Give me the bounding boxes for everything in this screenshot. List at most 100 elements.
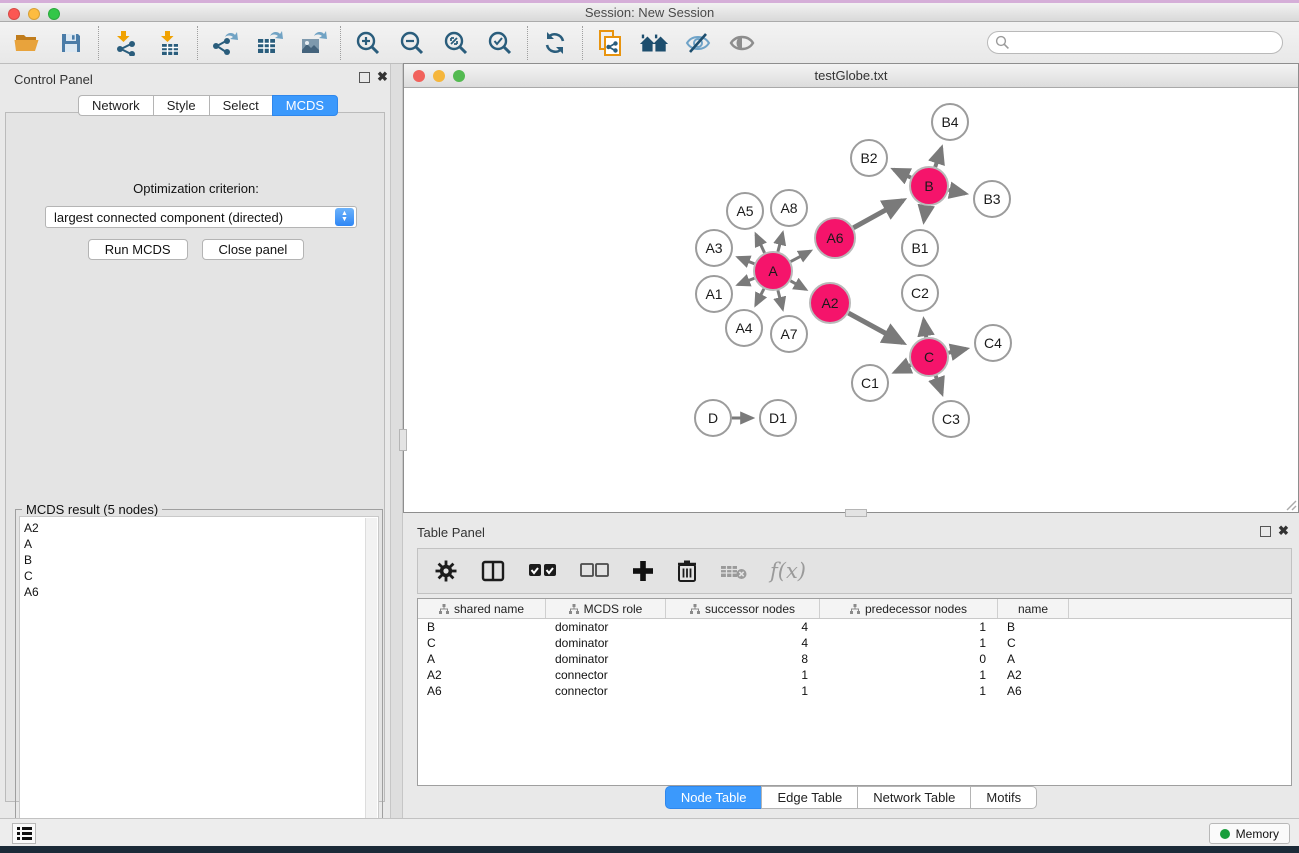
close-panel-button[interactable]: Close panel <box>202 239 305 260</box>
zoom-in-icon[interactable] <box>353 28 383 58</box>
tab-node-table[interactable]: Node Table <box>665 786 762 809</box>
node-B4[interactable]: B4 <box>932 104 968 140</box>
edge-A-A8[interactable] <box>778 233 783 252</box>
zoom-out-icon[interactable] <box>397 28 427 58</box>
deselect-all-icon[interactable] <box>580 561 610 581</box>
tab-mcds[interactable]: MCDS <box>272 95 338 116</box>
column-header-shared-name[interactable]: shared name <box>418 599 546 618</box>
tab-network-table[interactable]: Network Table <box>857 786 970 809</box>
save-session-icon[interactable] <box>56 28 86 58</box>
node-A[interactable]: A <box>754 252 792 290</box>
run-mcds-button[interactable]: Run MCDS <box>88 239 188 260</box>
node-B2[interactable]: B2 <box>851 140 887 176</box>
edge-A-A6[interactable] <box>791 251 811 262</box>
float-table-panel-icon[interactable] <box>1260 526 1271 537</box>
edge-B-B2[interactable] <box>894 170 911 178</box>
delete-table-icon[interactable] <box>720 561 748 581</box>
node-C1[interactable]: C1 <box>852 365 888 401</box>
mcds-result-item[interactable]: B <box>24 552 378 568</box>
mcds-result-item[interactable]: A <box>24 536 378 552</box>
hide-panels-icon[interactable] <box>683 28 713 58</box>
search-field[interactable] <box>987 31 1283 54</box>
close-network-button[interactable] <box>413 70 425 82</box>
network-canvas[interactable]: AA1A2A3A4A5A6A7A8BB1B2B3B4CC1C2C3C4DD1 <box>405 89 1297 512</box>
close-panel-icon[interactable]: ✖ <box>377 69 388 85</box>
bottom-grip-handle[interactable] <box>845 509 867 517</box>
node-B1[interactable]: B1 <box>902 230 938 266</box>
table-row[interactable]: A2connector11A2 <box>418 667 1291 683</box>
zoom-window-button[interactable] <box>48 8 60 20</box>
criterion-select[interactable]: largest connected component (directed) ▲… <box>45 206 357 228</box>
zoom-fit-icon[interactable] <box>441 28 471 58</box>
zoom-selected-icon[interactable] <box>485 28 515 58</box>
tab-network[interactable]: Network <box>78 95 153 116</box>
edge-A-A3[interactable] <box>738 257 754 263</box>
tab-edge-table[interactable]: Edge Table <box>761 786 857 809</box>
edge-B-B3[interactable] <box>949 190 966 193</box>
open-session-icon[interactable] <box>12 28 42 58</box>
zoom-network-button[interactable] <box>453 70 465 82</box>
function-builder-icon[interactable]: f(x) <box>770 559 806 583</box>
edge-A-A1[interactable] <box>738 278 754 284</box>
mcds-result-item[interactable]: C <box>24 568 378 584</box>
edge-B-B4[interactable] <box>935 148 941 167</box>
export-image-icon[interactable] <box>298 28 328 58</box>
show-column-icon[interactable] <box>480 559 506 583</box>
node-A1[interactable]: A1 <box>696 276 732 312</box>
settings-gear-icon[interactable] <box>434 559 458 583</box>
float-panel-icon[interactable] <box>359 72 370 83</box>
node-A4[interactable]: A4 <box>726 310 762 346</box>
table-row[interactable]: Adominator80A <box>418 651 1291 667</box>
edge-B-B1[interactable] <box>924 206 926 221</box>
mcds-result-item[interactable]: A6 <box>24 584 378 600</box>
tab-motifs[interactable]: Motifs <box>970 786 1037 809</box>
search-input[interactable] <box>1010 36 1282 50</box>
task-history-button[interactable] <box>12 823 36 844</box>
column-header-predecessor-nodes[interactable]: predecessor nodes <box>820 599 998 618</box>
column-header-MCDS-role[interactable]: MCDS role <box>546 599 666 618</box>
column-header-name[interactable]: name <box>998 599 1069 618</box>
minimize-network-button[interactable] <box>433 70 445 82</box>
import-network-icon[interactable] <box>111 28 141 58</box>
edge-A6-B[interactable] <box>853 201 902 228</box>
table-row[interactable]: A6connector11A6 <box>418 683 1291 699</box>
mcds-result-list[interactable]: A2ABCA6 <box>19 516 379 844</box>
tab-style[interactable]: Style <box>153 95 209 116</box>
node-A6[interactable]: A6 <box>815 218 855 258</box>
edge-A2-C[interactable] <box>848 313 902 343</box>
left-grip-handle[interactable] <box>399 429 407 451</box>
close-table-panel-icon[interactable]: ✖ <box>1278 523 1289 539</box>
node-A7[interactable]: A7 <box>771 316 807 352</box>
close-window-button[interactable] <box>8 8 20 20</box>
node-D1[interactable]: D1 <box>760 400 796 436</box>
node-A8[interactable]: A8 <box>771 190 807 226</box>
refresh-icon[interactable] <box>540 28 570 58</box>
node-D[interactable]: D <box>695 400 731 436</box>
edge-A-A4[interactable] <box>756 289 764 305</box>
edge-A-A5[interactable] <box>756 234 765 252</box>
show-panels-icon[interactable] <box>727 28 757 58</box>
node-A5[interactable]: A5 <box>727 193 763 229</box>
node-C3[interactable]: C3 <box>933 401 969 437</box>
edge-C-C3[interactable] <box>936 376 942 393</box>
resize-grip-icon[interactable] <box>1283 497 1297 511</box>
edge-C-C4[interactable] <box>949 349 967 353</box>
minimize-window-button[interactable] <box>28 8 40 20</box>
network-graph[interactable]: AA1A2A3A4A5A6A7A8BB1B2B3B4CC1C2C3C4DD1 <box>405 89 1297 512</box>
tab-select[interactable]: Select <box>209 95 272 116</box>
mcds-result-item[interactable]: A2 <box>24 520 378 536</box>
edge-A-A2[interactable] <box>790 281 805 290</box>
export-network-icon[interactable] <box>210 28 240 58</box>
delete-column-icon[interactable] <box>676 559 698 583</box>
node-C2[interactable]: C2 <box>902 275 938 311</box>
scrollbar-track[interactable] <box>365 518 377 844</box>
edge-A-A7[interactable] <box>778 290 783 309</box>
node-B3[interactable]: B3 <box>974 181 1010 217</box>
new-session-from-current-icon[interactable] <box>595 28 625 58</box>
edge-C-C2[interactable] <box>924 320 926 337</box>
table-row[interactable]: Cdominator41C <box>418 635 1291 651</box>
network-window-titlebar[interactable]: testGlobe.txt <box>404 64 1298 88</box>
home-icon[interactable] <box>639 28 669 58</box>
import-table-icon[interactable] <box>155 28 185 58</box>
select-all-icon[interactable] <box>528 561 558 581</box>
